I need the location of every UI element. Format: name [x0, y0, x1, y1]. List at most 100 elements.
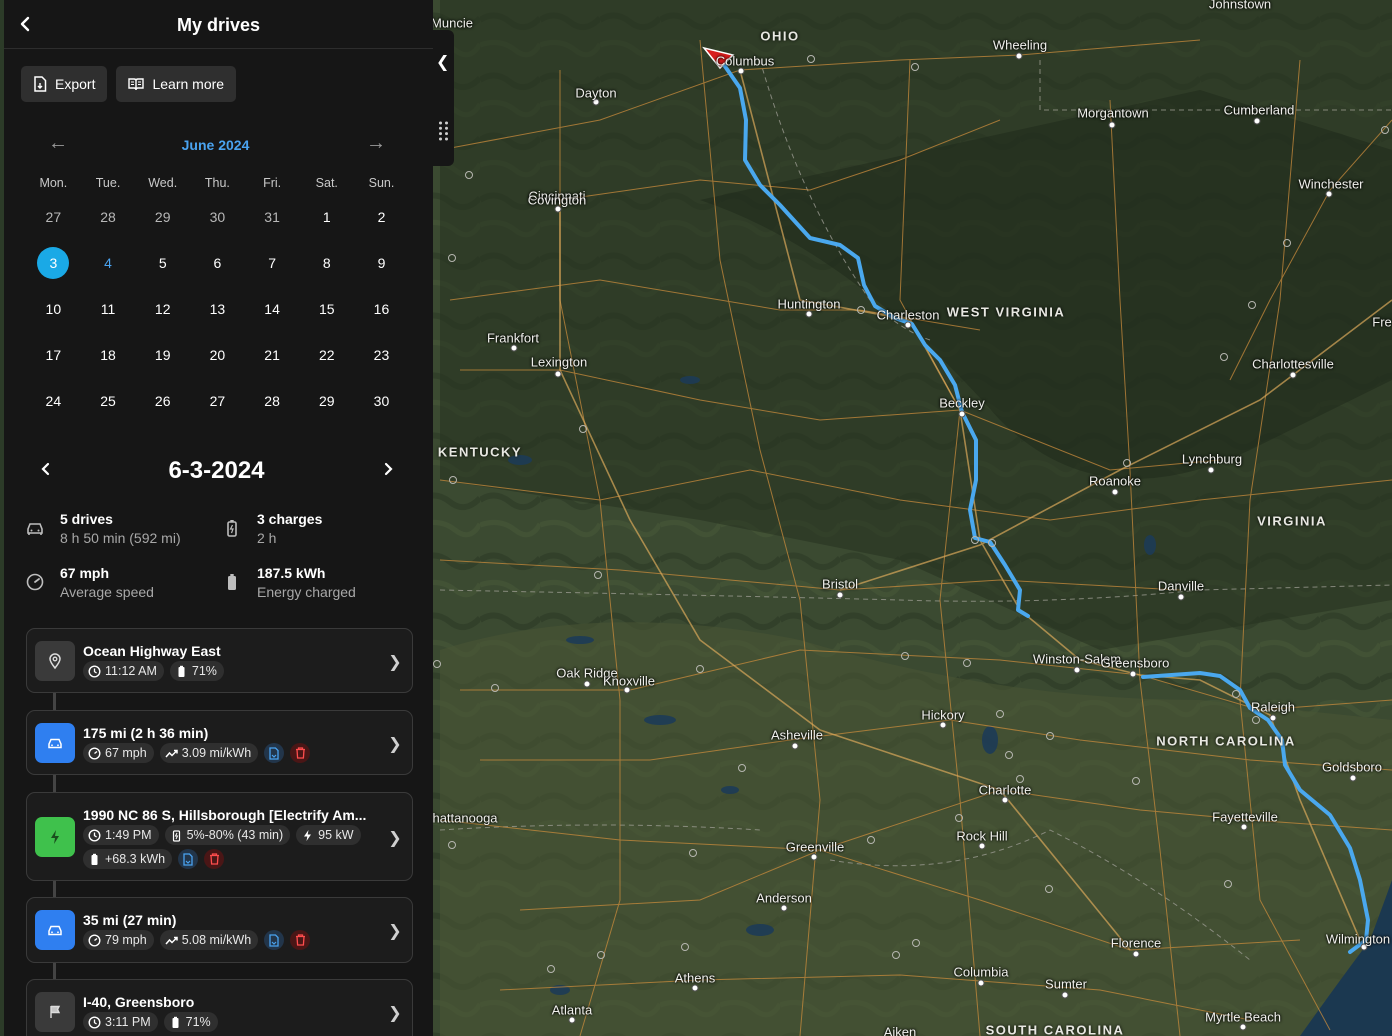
chevron-right-icon[interactable]: ❯	[388, 734, 402, 754]
calendar-day[interactable]: 25	[81, 378, 136, 424]
timeline-card-location-end[interactable]: I-40, Greensboro 3:11 PM 71% ❯	[26, 979, 413, 1036]
calendar-day[interactable]: 28	[245, 378, 300, 424]
export-button-label: Export	[55, 76, 96, 92]
weekday-label: Mon.	[39, 176, 68, 190]
calendar-day-number: 21	[264, 347, 280, 363]
city-label-columbia: Columbia	[953, 964, 1009, 980]
speedometer-icon	[26, 573, 44, 591]
calendar-day[interactable]: 16	[354, 286, 409, 332]
calendar-day[interactable]: 7	[245, 240, 300, 286]
calendar-day[interactable]: 4	[81, 240, 136, 286]
card-title: I-40, Greensboro	[83, 994, 195, 1010]
calendar-day[interactable]: 29	[299, 378, 354, 424]
calendar-day[interactable]: 31	[245, 194, 300, 240]
trash-icon[interactable]	[290, 743, 311, 763]
calendar-day[interactable]: 13	[190, 286, 245, 332]
book-icon	[128, 78, 145, 91]
calendar-day[interactable]: 8	[299, 240, 354, 286]
calendar-day[interactable]: 11	[81, 286, 136, 332]
city-label-anderson: Anderson	[756, 890, 812, 906]
chevron-right-icon[interactable]: ❯	[388, 921, 402, 941]
calendar-day[interactable]: 5	[135, 240, 190, 286]
drives-panel: My drives Export Learn more ← June 2024	[4, 0, 433, 1036]
panel-collapse-handle[interactable]: ❮	[433, 30, 454, 166]
calendar-day[interactable]: 10	[26, 286, 81, 332]
city-label-greenville: Greenville	[785, 839, 845, 855]
calendar-day-selected[interactable]: 3	[26, 240, 81, 286]
chevron-right-icon[interactable]: ❯	[388, 652, 402, 672]
calendar-day-number: 7	[268, 255, 276, 271]
calendar-day[interactable]: 27	[26, 194, 81, 240]
learn-more-button-label: Learn more	[152, 76, 225, 92]
card-chips-row-1: 1:49 PM 5%-80% (43 min) 95 kW	[83, 825, 361, 845]
stat-speed: 67 mph Average speed	[24, 563, 214, 603]
calendar-day[interactable]: 29	[135, 194, 190, 240]
battery-icon	[172, 1016, 179, 1028]
drag-grip-icon[interactable]	[437, 120, 450, 142]
card-title: Ocean Highway East	[83, 643, 221, 659]
export-file-icon[interactable]	[264, 743, 285, 763]
speedometer-icon	[88, 746, 101, 760]
calendar-day-number: 10	[45, 301, 62, 317]
timeline-card-charge[interactable]: 1990 NC 86 S, Hillsborough [Electrify Am…	[26, 792, 413, 881]
calendar-day[interactable]: 26	[135, 378, 190, 424]
calendar-day-number: 29	[318, 393, 335, 409]
export-file-icon[interactable]	[178, 849, 199, 869]
chevron-right-icon[interactable]: ❯	[388, 1003, 402, 1023]
timeline-card-drive-2[interactable]: 35 mi (27 min) 79 mph 5.08 mi/kWh ❯	[26, 897, 413, 963]
date-navigator: 6-3-2024	[4, 455, 433, 487]
calendar-day-number: 20	[209, 347, 226, 363]
calendar-day-number: 22	[318, 347, 335, 363]
export-button[interactable]: Export	[21, 66, 108, 102]
calendar-day[interactable]: 28	[81, 194, 136, 240]
calendar-day[interactable]: 24	[26, 378, 81, 424]
chevron-right-icon[interactable]: ❯	[388, 828, 402, 848]
calendar-day[interactable]: 17	[26, 332, 81, 378]
next-month-arrow-icon[interactable]: →	[364, 132, 388, 155]
stat-charges-sub: 2 h	[257, 530, 277, 546]
calendar-day[interactable]: 6	[190, 240, 245, 286]
calendar-day[interactable]: 20	[190, 332, 245, 378]
trend-icon	[165, 936, 178, 944]
export-file-icon[interactable]	[264, 930, 285, 950]
action-buttons: Export Learn more	[21, 66, 237, 102]
calendar-day[interactable]: 18	[81, 332, 136, 378]
calendar-day[interactable]: 15	[299, 286, 354, 332]
calendar-day[interactable]: 2	[354, 194, 409, 240]
calendar-day[interactable]: 27	[190, 378, 245, 424]
city-label-charleston: Charleston	[876, 307, 940, 323]
calendar-day[interactable]: 14	[245, 286, 300, 332]
state-label-kentucky: KENTUCKY	[437, 444, 523, 460]
battery-icon	[178, 665, 185, 677]
learn-more-button[interactable]: Learn more	[116, 66, 237, 102]
calendar-day[interactable]: 19	[135, 332, 190, 378]
calendar-day-number: 8	[322, 255, 331, 271]
calendar-day-number: 30	[209, 209, 226, 225]
calendar-day[interactable]: 21	[245, 332, 300, 378]
city-label-greensboro: Greensboro	[1100, 655, 1170, 671]
calendar-day[interactable]: 23	[354, 332, 409, 378]
clock-icon	[88, 828, 101, 842]
weekday-label: Thu.	[204, 176, 230, 190]
stat-drives-sub: 8 h 50 min (592 mi)	[60, 530, 181, 546]
calendar-day[interactable]: 30	[354, 378, 409, 424]
city-label-sumter: Sumter	[1045, 976, 1087, 992]
calendar-day-number: 2	[377, 209, 386, 225]
trash-icon[interactable]	[204, 849, 225, 869]
calendar-day[interactable]: 12	[135, 286, 190, 332]
calendar-day[interactable]: 1	[299, 194, 354, 240]
calendar-day[interactable]: 9	[354, 240, 409, 286]
city-label-charlotte: Charlotte	[978, 782, 1032, 798]
battery-value: 71%	[185, 1015, 211, 1029]
calendar-day-number: 30	[373, 393, 390, 409]
next-day-chevron-icon[interactable]	[378, 461, 398, 482]
timeline-card-location-start[interactable]: Ocean Highway East 11:12 AM 71% ❯	[26, 628, 413, 693]
collapse-chevron-icon[interactable]: ❮	[436, 52, 449, 72]
calendar-day-number: 13	[209, 301, 226, 317]
calendar-day[interactable]: 30	[190, 194, 245, 240]
city-label-lexington: Lexington	[530, 354, 588, 370]
calendar-day-number: 9	[377, 255, 386, 271]
calendar-day[interactable]: 22	[299, 332, 354, 378]
timeline-card-drive-1[interactable]: 175 mi (2 h 36 min) 67 mph 3.09 mi/kWh ❯	[26, 710, 413, 775]
trash-icon[interactable]	[290, 930, 311, 950]
